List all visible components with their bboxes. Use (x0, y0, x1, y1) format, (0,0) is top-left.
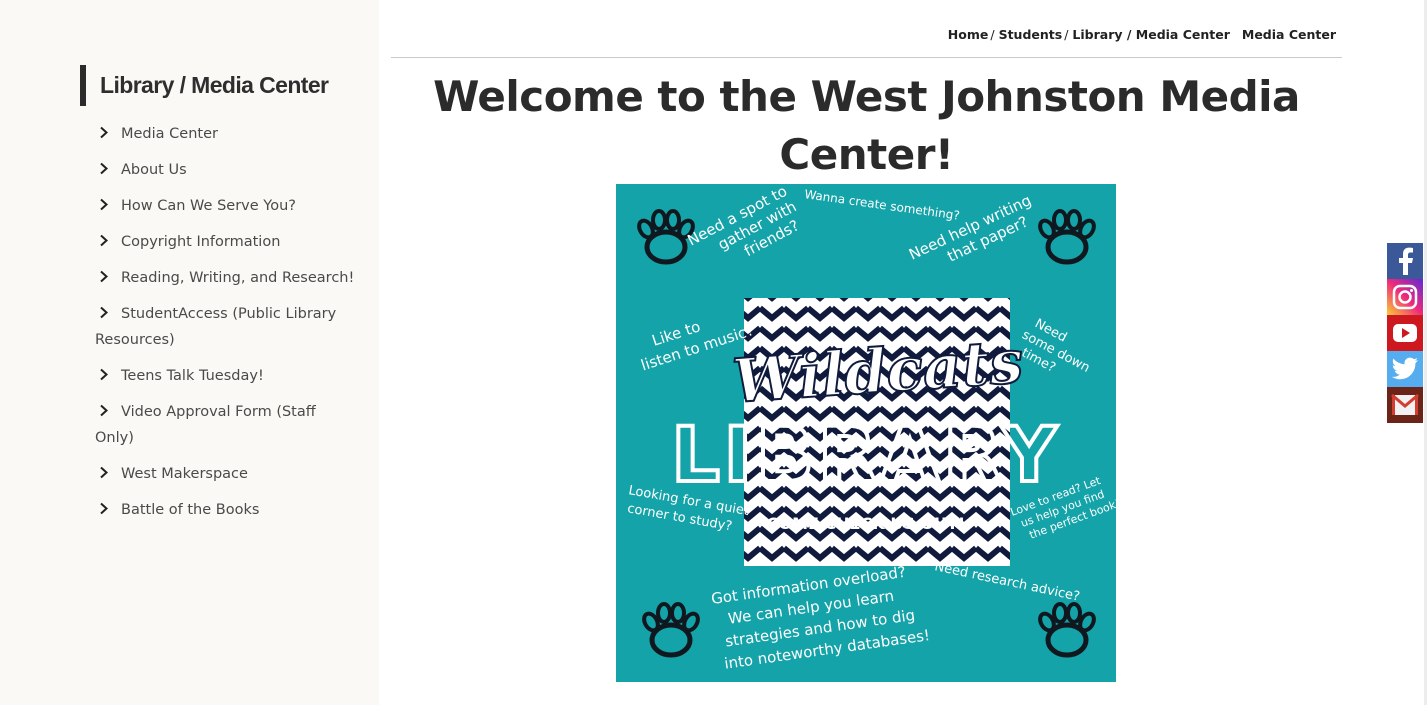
sidebar-item-label: StudentAccess (Public Library Resources) (95, 306, 337, 348)
sidebar-item-about-us[interactable]: About Us (95, 152, 355, 188)
social-bar (1387, 243, 1423, 423)
sidebar-item-teens-talk-tuesday[interactable]: Teens Talk Tuesday! (95, 358, 355, 394)
sidebar-item-how-can-we-serve-you[interactable]: How Can We Serve You? (95, 188, 355, 224)
sidebar-item-copyright-information[interactable]: Copyright Information (95, 224, 355, 260)
breadcrumb-separator: / (1064, 27, 1069, 42)
poster-cta: COME CHECK US OUT! (767, 514, 965, 533)
sidebar-item-west-makerspace[interactable]: West Makerspace (95, 456, 355, 492)
sidebar-title: Library / Media Center (80, 65, 329, 106)
breadcrumb-students[interactable]: Students (999, 27, 1063, 42)
chevron-right-icon (95, 265, 121, 291)
chevron-right-icon (95, 363, 121, 389)
breadcrumb: Home / Students / Library / Media Center Medi… (948, 27, 1336, 42)
chevron-right-icon (95, 497, 121, 523)
breadcrumb-current: Media Center (1241, 27, 1336, 42)
sidebar-menu: Media Center About Us How Can We Serve Y… (95, 116, 355, 528)
chevron-right-icon (95, 229, 121, 255)
sidebar-item-studentaccess[interactable]: StudentAccess (Public Library Resources) (95, 296, 355, 358)
sidebar-item-label: Reading, Writing, and Research! (121, 270, 355, 286)
page-title: Welcome to the West Johnston Media Cente… (433, 72, 1300, 179)
sidebar-item-label: Media Center (121, 126, 218, 142)
library-poster: Need a spot togather withfriends? Wanna … (616, 184, 1116, 682)
chevron-right-icon (95, 193, 121, 219)
sidebar-item-label: Copyright Information (121, 234, 281, 250)
sidebar-item-label: How Can We Serve You? (121, 198, 296, 214)
sidebar-item-label: Video Approval Form (Staff Only) (95, 404, 316, 446)
sidebar-item-label: About Us (121, 162, 187, 178)
breadcrumb-separator: / (990, 27, 995, 42)
header-divider (391, 57, 1342, 58)
sidebar-item-battle-of-the-books[interactable]: Battle of the Books (95, 492, 355, 528)
youtube-icon[interactable] (1387, 315, 1423, 351)
instagram-icon[interactable] (1387, 279, 1423, 315)
chevron-right-icon (95, 157, 121, 183)
sidebar: Library / Media Center Media Center Abou… (0, 0, 379, 705)
poster-block-title: LIBRARY (671, 410, 1060, 499)
sidebar-item-video-approval-form[interactable]: Video Approval Form (Staff Only) (95, 394, 355, 456)
chevron-right-icon (95, 399, 121, 425)
breadcrumb-library[interactable]: Library / Media Center (1072, 27, 1229, 42)
facebook-icon[interactable] (1387, 243, 1423, 279)
sidebar-item-label: Battle of the Books (121, 502, 260, 518)
sidebar-item-label: Teens Talk Tuesday! (121, 368, 264, 384)
sidebar-item-label: West Makerspace (121, 466, 248, 482)
chevron-right-icon (95, 461, 121, 487)
email-icon[interactable] (1387, 387, 1423, 423)
breadcrumb-home[interactable]: Home (948, 27, 989, 42)
chevron-right-icon (95, 121, 121, 147)
chevron-right-icon (95, 301, 121, 327)
sidebar-item-media-center[interactable]: Media Center (95, 116, 355, 152)
sidebar-item-reading-writing-research[interactable]: Reading, Writing, and Research! (95, 260, 355, 296)
twitter-icon[interactable] (1387, 351, 1423, 387)
